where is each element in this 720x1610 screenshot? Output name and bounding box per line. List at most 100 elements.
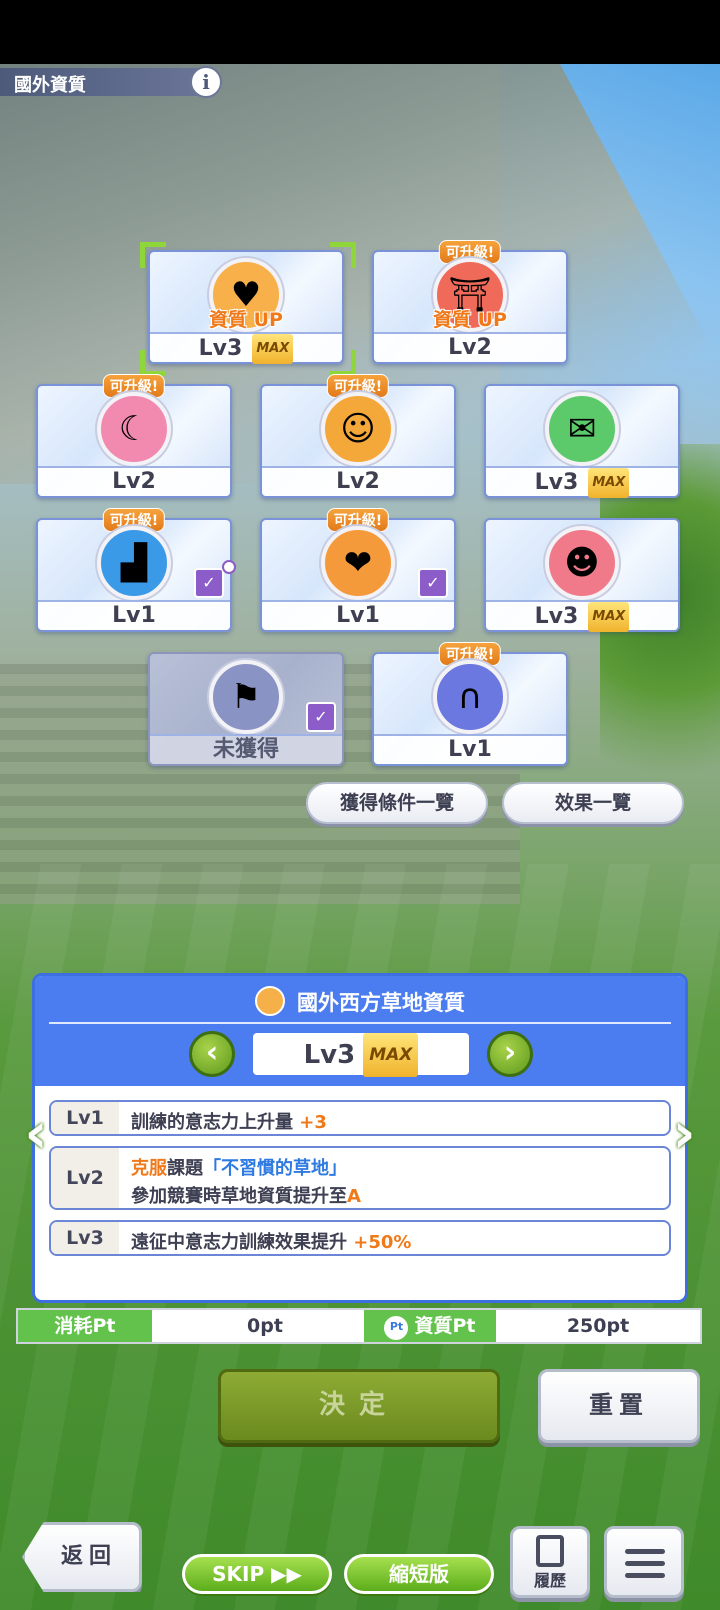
- card-level-text: Lv3: [534, 470, 579, 495]
- selection-corner: [330, 350, 356, 376]
- skill-card-1[interactable]: ♥ 資質 UP Lv3 MAX: [148, 250, 344, 364]
- card-level: Lv2: [262, 466, 454, 496]
- level-prev-button[interactable]: ‹: [189, 1031, 235, 1077]
- skill-icon: [255, 986, 285, 1016]
- skill-card-4[interactable]: 可升級! ☺ Lv2: [260, 374, 456, 498]
- skill-card-8[interactable]: ☻ Lv3 MAX: [484, 518, 680, 632]
- card-level: Lv3 MAX: [150, 332, 342, 364]
- card-level: Lv3 MAX: [486, 600, 678, 632]
- menu-icon: [625, 1549, 665, 1579]
- desc-text: 訓練的意志力上升量: [131, 1112, 293, 1133]
- bonus-value: +50%: [353, 1232, 412, 1253]
- skill-card-5[interactable]: ✉ Lv3 MAX: [484, 384, 680, 498]
- selection-corner: [140, 350, 166, 376]
- effects-list-button[interactable]: 效果一覽: [502, 782, 684, 824]
- next-skill-arrow[interactable]: ›: [666, 1104, 702, 1164]
- skill-card-7[interactable]: 可升級! ❤ ✓ Lv1: [260, 508, 456, 632]
- horse-heart-icon: ❤: [321, 526, 395, 600]
- back-button[interactable]: 返回: [22, 1522, 142, 1592]
- history-label: 履歷: [533, 1571, 566, 1590]
- bonus-value: +3: [299, 1112, 327, 1133]
- pt-coin-icon: Pt: [384, 1316, 409, 1340]
- flag-icon: ⚑: [209, 660, 283, 734]
- level-next-button[interactable]: ›: [487, 1031, 533, 1077]
- card-up-text: 資質 UP: [433, 309, 507, 331]
- clipboard-icon: ✓: [194, 568, 224, 598]
- card-level-text: Lv1: [336, 603, 380, 628]
- history-button[interactable]: 履歷: [510, 1526, 590, 1598]
- reset-button[interactable]: 重置: [538, 1369, 700, 1443]
- conditions-list-button[interactable]: 獲得條件一覽: [306, 782, 488, 824]
- level-row-1: Lv1 訓練的意志力上升量 +3: [49, 1100, 671, 1136]
- card-level: Lv1: [38, 600, 230, 630]
- card-level-text: 未獲得: [212, 737, 279, 762]
- desc-highlight: A: [347, 1186, 361, 1207]
- page-title: 國外資質: [0, 68, 212, 96]
- skill-card-2[interactable]: 可升級! ⛩ 資質 UP Lv2: [372, 240, 568, 364]
- history-icon: [536, 1535, 564, 1567]
- card-level-text: Lv3: [198, 336, 243, 361]
- desc-highlight: 克服: [131, 1158, 167, 1179]
- prev-skill-arrow[interactable]: ‹: [18, 1104, 54, 1164]
- clipboard-icon: ✓: [418, 568, 448, 598]
- horse-chat-icon: ✉: [545, 392, 619, 466]
- card-level-text: Lv2: [448, 335, 492, 360]
- stat-pt-value: 250pt: [566, 1315, 630, 1337]
- level-desc-line1: 克服課題「不習慣的草地」: [131, 1154, 347, 1180]
- stat-pt-label: Pt 資質Pt: [364, 1310, 496, 1342]
- horse-fork-icon: ☺: [321, 392, 395, 466]
- card-level: Lv1: [374, 734, 566, 764]
- card-level: Lv1: [262, 600, 454, 630]
- menu-button[interactable]: [604, 1526, 684, 1598]
- trees: [600, 444, 720, 824]
- max-badge: MAX: [252, 334, 294, 364]
- arc-de-triomphe-icon: ∩: [433, 660, 507, 734]
- detail-title: 國外西方草地資質: [35, 986, 685, 1017]
- desc-text: 課題: [167, 1158, 203, 1179]
- card-level-text: Lv2: [336, 469, 380, 494]
- status-bar-area: [0, 0, 720, 64]
- desc-text: 遠征中意志力訓練效果提升: [131, 1232, 347, 1253]
- level-label: Lv2: [51, 1148, 119, 1208]
- card-level: 未獲得: [150, 734, 342, 764]
- short-version-button[interactable]: 縮短版: [344, 1554, 494, 1594]
- panel-header: 國外西方草地資質 ‹ Lv3 MAX ›: [35, 976, 685, 1086]
- points-bar: 消耗Pt 0pt Pt 資質Pt 250pt: [16, 1308, 702, 1344]
- card-level-text: Lv3: [534, 604, 579, 629]
- level-row-3: Lv3 遠征中意志力訓練效果提升 +50%: [49, 1220, 671, 1256]
- skip-button[interactable]: SKIP ▶▶: [182, 1554, 332, 1594]
- level-desc: 遠征中意志力訓練效果提升 +50%: [131, 1228, 411, 1254]
- selection-corner: [140, 242, 166, 268]
- cost-pt-label: 消耗Pt: [18, 1310, 152, 1342]
- skill-card-3[interactable]: 可升級! ☾ Lv2: [36, 374, 232, 498]
- sun-moon-icon: ☾: [97, 392, 171, 466]
- level-row-2: Lv2 克服課題「不習慣的草地」 參加競賽時草地資質提升至A: [49, 1146, 671, 1210]
- max-badge: MAX: [588, 602, 630, 632]
- desc-highlight: 「不習慣的草地」: [203, 1158, 347, 1179]
- card-up-text: 資質 UP: [209, 309, 283, 331]
- level-label: Lv3: [51, 1222, 119, 1254]
- detail-panel: 國外西方草地資質 ‹ Lv3 MAX › Lv1 訓練的意志力上升量 +3 Lv2…: [32, 973, 688, 1303]
- decide-button[interactable]: 決定: [218, 1369, 500, 1443]
- selection-corner: [330, 242, 356, 268]
- skill-card-10[interactable]: 可升級! ∩ Lv1: [372, 642, 568, 766]
- skill-card-9[interactable]: ⚑ ✓ 未獲得: [148, 652, 344, 766]
- cost-pt-value: 0pt: [247, 1315, 283, 1337]
- card-level-text: Lv1: [448, 737, 492, 762]
- desc-text: 參加競賽時草地資質提升至: [131, 1186, 347, 1207]
- level-desc-line2: 參加競賽時草地資質提升至A: [131, 1182, 361, 1208]
- max-badge: MAX: [588, 468, 630, 498]
- stairs-icon: ▟: [97, 526, 171, 600]
- stat-pt-label-text: 資質Pt: [414, 1315, 476, 1337]
- card-level: Lv2: [38, 466, 230, 496]
- card-level: Lv3 MAX: [486, 466, 678, 498]
- divider: [49, 1022, 671, 1024]
- skill-card-6[interactable]: 可升級! ▟ ✓ Lv1: [36, 508, 236, 632]
- devil-horse-icon: ☻: [545, 526, 619, 600]
- info-icon[interactable]: i: [190, 66, 222, 98]
- level-text: Lv3: [303, 1040, 356, 1070]
- level-label: Lv1: [51, 1102, 119, 1134]
- clipboard-icon: ✓: [306, 702, 336, 732]
- level-desc: 訓練的意志力上升量 +3: [131, 1108, 327, 1134]
- notification-dot: [222, 560, 236, 574]
